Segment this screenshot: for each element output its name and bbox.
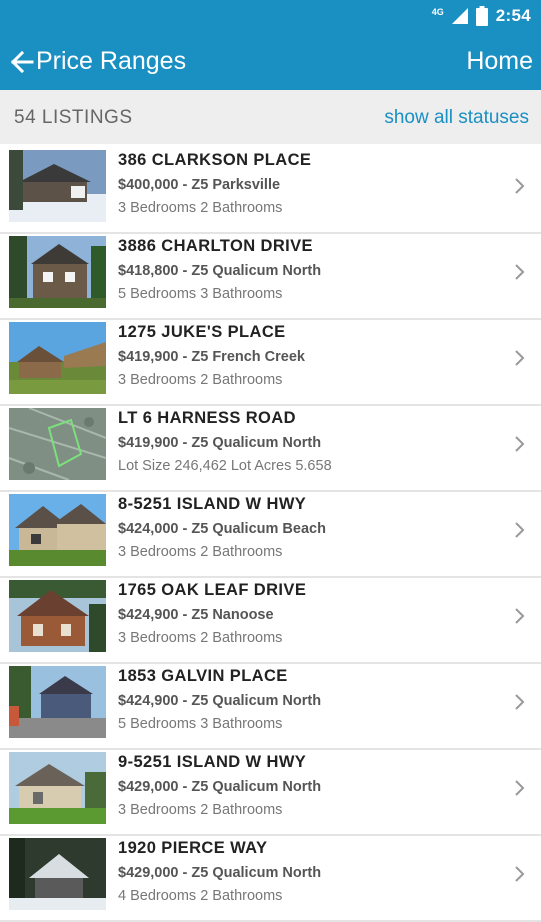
listing-price-area: $419,900 - Z5 French Creek bbox=[118, 349, 305, 365]
chevron-right-icon bbox=[515, 608, 525, 624]
listing-photo bbox=[9, 666, 106, 738]
listing-details: 4 Bedrooms 2 Bathrooms bbox=[118, 888, 283, 904]
chevron-right-icon bbox=[515, 350, 525, 366]
chevron-right-icon bbox=[515, 436, 525, 452]
chevron-right-icon bbox=[515, 866, 525, 882]
chevron-right-icon bbox=[515, 694, 525, 710]
listing-row[interactable]: 386 CLARKSON PLACE $400,000 - Z5 Parksvi… bbox=[0, 148, 541, 234]
listing-address: 1920 PIERCE WAY bbox=[118, 839, 268, 857]
listing-details: 5 Bedrooms 3 Bathrooms bbox=[118, 286, 283, 302]
listing-photo bbox=[9, 494, 106, 566]
listing-price-area: $424,900 - Z5 Nanoose bbox=[118, 607, 274, 623]
listing-address: 8-5251 ISLAND W HWY bbox=[118, 495, 307, 513]
listing-photo bbox=[9, 408, 106, 480]
listing-details: 5 Bedrooms 3 Bathrooms bbox=[118, 716, 283, 732]
listing-row[interactable]: 1853 GALVIN PLACE $424,900 - Z5 Qualicum… bbox=[0, 664, 541, 750]
app-bar: Price Ranges Home bbox=[0, 32, 541, 90]
listing-details: 3 Bedrooms 2 Bathrooms bbox=[118, 200, 283, 216]
listing-row[interactable]: LT 6 HARNESS ROAD $419,900 - Z5 Qualicum… bbox=[0, 406, 541, 492]
listing-price-area: $424,000 - Z5 Qualicum Beach bbox=[118, 521, 326, 537]
status-bar: 4G 2:54 bbox=[0, 0, 541, 32]
listing-row[interactable]: 1765 OAK LEAF DRIVE $424,900 - Z5 Nanoos… bbox=[0, 578, 541, 664]
signal-icon bbox=[451, 8, 468, 24]
listing-list: 386 CLARKSON PLACE $400,000 - Z5 Parksvi… bbox=[0, 148, 541, 922]
listing-photo bbox=[9, 150, 106, 222]
listing-row[interactable]: 3886 CHARLTON DRIVE $418,800 - Z5 Qualic… bbox=[0, 234, 541, 320]
listing-address: 386 CLARKSON PLACE bbox=[118, 151, 312, 169]
listing-price-area: $419,900 - Z5 Qualicum North bbox=[118, 435, 322, 451]
chevron-right-icon bbox=[515, 264, 525, 280]
clock: 2:54 bbox=[495, 6, 531, 25]
listing-details: 3 Bedrooms 2 Bathrooms bbox=[118, 544, 283, 560]
show-all-statuses-link[interactable]: show all statuses bbox=[384, 107, 529, 129]
listing-row[interactable]: 8-5251 ISLAND W HWY $424,000 - Z5 Qualic… bbox=[0, 492, 541, 578]
listing-row[interactable]: 1920 PIERCE WAY $429,000 - Z5 Qualicum N… bbox=[0, 836, 541, 922]
network-type: 4G bbox=[431, 7, 444, 17]
listing-photo bbox=[9, 752, 106, 824]
listing-details: 3 Bedrooms 2 Bathrooms bbox=[118, 802, 283, 818]
listing-details: 3 Bedrooms 2 Bathrooms bbox=[118, 372, 283, 388]
listing-price-area: $429,000 - Z5 Qualicum North bbox=[118, 779, 322, 795]
listing-details: Lot Size 246,462 Lot Acres 5.658 bbox=[118, 458, 332, 474]
listing-photo bbox=[9, 580, 106, 652]
listing-price-area: $429,000 - Z5 Qualicum North bbox=[118, 865, 322, 881]
chevron-right-icon bbox=[515, 522, 525, 538]
listing-photo bbox=[9, 236, 106, 308]
listing-price-area: $400,000 - Z5 Parksville bbox=[118, 177, 281, 193]
listing-address: 1853 GALVIN PLACE bbox=[118, 667, 288, 685]
listing-address: 1275 JUKE'S PLACE bbox=[118, 323, 286, 341]
back-arrow-icon[interactable] bbox=[8, 48, 36, 76]
chevron-right-icon bbox=[515, 178, 525, 194]
listings-summary-bar: 54 LISTINGS show all statuses bbox=[0, 90, 541, 144]
chevron-right-icon bbox=[515, 780, 525, 796]
home-button[interactable]: Home bbox=[466, 47, 533, 76]
listing-row[interactable]: 1275 JUKE'S PLACE $419,900 - Z5 French C… bbox=[0, 320, 541, 406]
listing-count: 54 LISTINGS bbox=[14, 107, 133, 128]
listing-photo bbox=[9, 838, 106, 910]
listing-price-area: $418,800 - Z5 Qualicum North bbox=[118, 263, 322, 279]
listing-photo bbox=[9, 322, 106, 394]
listing-address: LT 6 HARNESS ROAD bbox=[118, 409, 296, 427]
listing-row[interactable]: 9-5251 ISLAND W HWY $429,000 - Z5 Qualic… bbox=[0, 750, 541, 836]
listing-address: 3886 CHARLTON DRIVE bbox=[118, 237, 313, 255]
battery-icon bbox=[475, 6, 488, 26]
listing-details: 3 Bedrooms 2 Bathrooms bbox=[118, 630, 283, 646]
listing-price-area: $424,900 - Z5 Qualicum North bbox=[118, 693, 322, 709]
page-title: Price Ranges bbox=[36, 47, 187, 75]
listing-address: 1765 OAK LEAF DRIVE bbox=[118, 581, 307, 599]
listing-address: 9-5251 ISLAND W HWY bbox=[118, 753, 307, 771]
